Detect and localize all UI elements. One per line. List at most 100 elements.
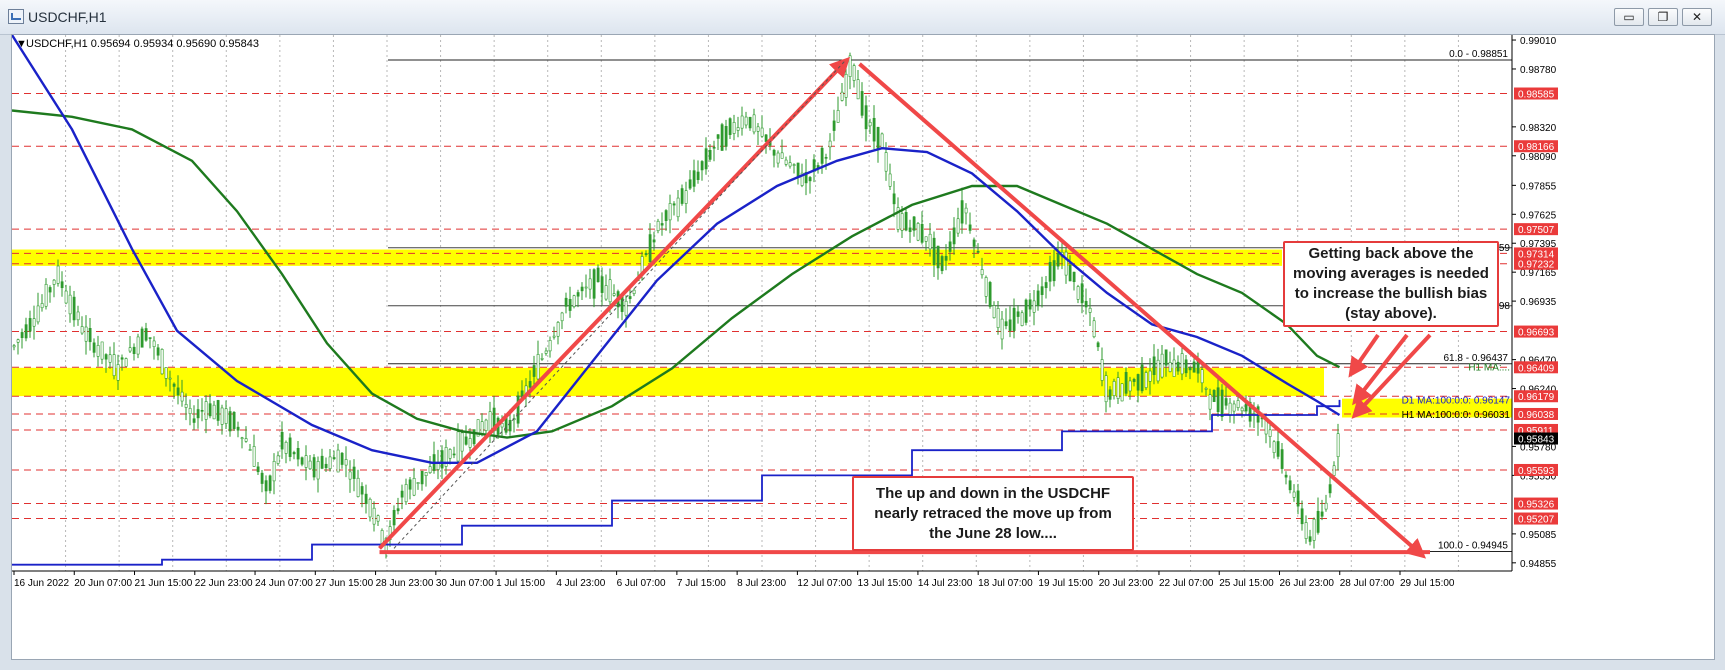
candle-body <box>956 218 960 234</box>
candle-body <box>992 305 996 319</box>
candle-body <box>480 421 484 436</box>
price-chart[interactable]: 0.0 - 0.9885161.8 - 0.96437100.0 - 0.949… <box>10 34 1714 659</box>
current-price-label: 0.95843 <box>1518 435 1555 446</box>
candle-body <box>1272 441 1276 453</box>
candle-body <box>1068 264 1072 282</box>
candle-body <box>44 284 48 307</box>
candle-body <box>236 426 240 431</box>
candle-body <box>1280 449 1284 469</box>
candle-body <box>1052 260 1056 282</box>
candle-body <box>720 124 724 151</box>
candle-body <box>312 457 316 478</box>
candle-body <box>300 457 304 465</box>
candle-body <box>1236 400 1240 408</box>
candle-body <box>840 91 844 101</box>
candle-body <box>1012 307 1016 331</box>
candle-body <box>692 170 696 187</box>
candle-body <box>972 239 976 247</box>
candle-body <box>1168 362 1172 372</box>
candle-body <box>1112 381 1116 396</box>
candle-body <box>1008 319 1012 331</box>
candle-body <box>88 328 92 343</box>
time-tick-label: 1 Jul 15:00 <box>496 578 545 589</box>
time-tick-label: 6 Jul 07:00 <box>617 578 666 589</box>
time-tick-label: 28 Jun 23:00 <box>376 578 434 589</box>
candle-body <box>1088 307 1092 313</box>
chart-area[interactable]: 0.0 - 0.98851 61.8 - 0.96437 100.0 - 0.949… <box>10 34 1715 660</box>
candle-body <box>168 377 172 380</box>
candle-body <box>64 290 68 304</box>
candle-body <box>1192 361 1196 373</box>
candle-body <box>772 149 776 156</box>
candle-body <box>1080 283 1084 304</box>
candle-body <box>152 340 156 348</box>
close-button[interactable]: ✕ <box>1682 8 1712 26</box>
time-tick-label: 14 Jul 23:00 <box>918 578 973 589</box>
candle-body <box>380 530 384 544</box>
minimize-button[interactable]: ▭ <box>1614 8 1644 26</box>
candle-body <box>408 479 412 490</box>
candle-body <box>604 285 608 300</box>
candle-body <box>116 364 120 381</box>
candle-body <box>1032 300 1036 313</box>
price-level-box-label: 0.96409 <box>1518 363 1555 374</box>
candle-body <box>96 345 100 357</box>
candle-body <box>1152 356 1156 375</box>
candle-body <box>652 239 656 243</box>
time-tick-label: 27 Jun 15:00 <box>315 578 373 589</box>
candle-body <box>244 438 248 442</box>
candle-body <box>1064 251 1068 276</box>
candle-body <box>700 161 704 171</box>
candle-body <box>316 461 320 480</box>
candle-body <box>440 450 444 469</box>
candle-body <box>660 223 664 226</box>
candle-body <box>1072 271 1076 283</box>
candle-body <box>620 296 624 312</box>
annotation-arrow <box>1348 333 1380 378</box>
candle-body <box>1116 377 1120 399</box>
candle-body <box>1300 508 1304 525</box>
candle-body <box>736 127 740 131</box>
candle-body <box>1100 359 1104 381</box>
candle-body <box>1276 441 1280 457</box>
header-quote: USDCHF,H1 0.95694 0.95934 0.95690 0.9584… <box>26 38 259 50</box>
candle-body <box>1128 380 1132 392</box>
candle-body <box>352 466 356 479</box>
candle-body <box>320 455 324 469</box>
price-tick-label: 0.94855 <box>1520 559 1557 570</box>
candle-body <box>932 237 936 265</box>
time-tick-label: 4 Jul 23:00 <box>556 578 605 589</box>
price-level-box-label: 0.95326 <box>1518 500 1555 511</box>
candle-body <box>876 126 880 151</box>
candle-body <box>1332 465 1336 476</box>
candle-body <box>680 188 684 204</box>
candle-body <box>344 459 348 466</box>
candle-body <box>36 305 40 323</box>
candle-body <box>48 287 52 293</box>
candle-body <box>1044 282 1048 289</box>
restore-icon: ❐ <box>1657 10 1669 24</box>
candle-body <box>348 471 352 480</box>
candle-body <box>1316 510 1320 533</box>
candle-body <box>272 461 276 482</box>
candle-body <box>564 297 568 307</box>
candle-body <box>1104 375 1108 403</box>
candle-body <box>392 509 396 526</box>
candle-body <box>824 157 828 159</box>
candle-body <box>672 203 676 206</box>
minimize-icon: ▭ <box>1623 10 1635 24</box>
candle-body <box>556 322 560 337</box>
candle-body <box>644 253 648 255</box>
candle-body <box>124 358 128 367</box>
candle-body <box>784 159 788 165</box>
price-level-box-label: 0.97232 <box>1518 260 1555 271</box>
restore-button[interactable]: ❐ <box>1648 8 1678 26</box>
candle-body <box>148 337 152 339</box>
time-tick-label: 25 Jul 15:00 <box>1219 578 1274 589</box>
window-titlebar[interactable]: USDCHF,H1 ▭ ❐ ✕ <box>0 0 1725 35</box>
candle-body <box>584 286 588 289</box>
candle-body <box>1324 502 1328 510</box>
candle-body <box>368 498 372 518</box>
candle-body <box>868 121 872 127</box>
candle-body <box>1004 321 1008 327</box>
